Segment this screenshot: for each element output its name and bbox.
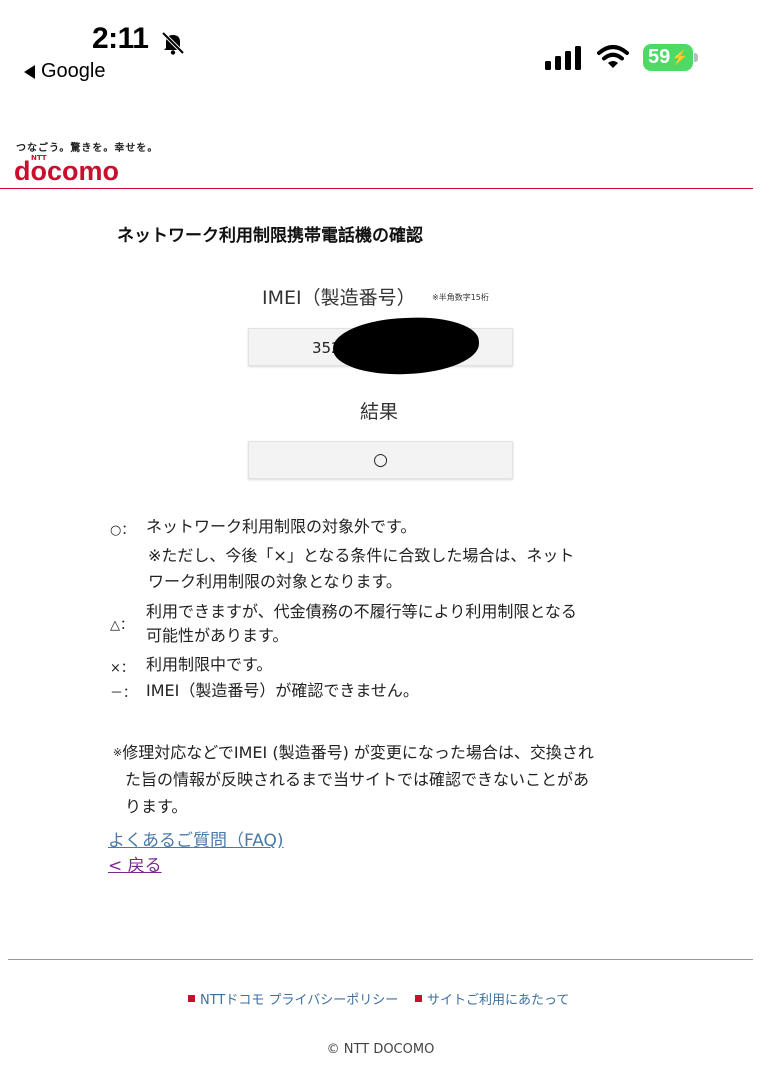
legend-dash-text: IMEI（製造番号）が確認できません。: [146, 681, 419, 700]
imei-change-note: ※修理対応などでIMEI (製造番号) が変更になった場合は、交換され た旨の情…: [113, 739, 673, 820]
back-link[interactable]: < 戻る: [108, 851, 162, 876]
imei-note: ※半角数字15桁: [432, 293, 489, 302]
result-value: ○: [373, 450, 388, 470]
page-title: ネットワーク利用制限携帯電話機の確認: [117, 226, 423, 246]
privacy-policy-label: NTTドコモ プライバシーポリシー: [200, 993, 399, 1008]
back-to-app-button[interactable]: Google: [24, 60, 106, 83]
note-line1: 修理対応などでIMEI (製造番号) が変更になった場合は、交換され: [122, 743, 594, 762]
docomo-logo[interactable]: docomo: [14, 156, 119, 187]
back-app-label: Google: [41, 60, 106, 82]
legend-cross-mark: ×：: [110, 661, 134, 676]
legend-circle-text1: ネットワーク利用制限の対象外です。: [146, 517, 417, 536]
note-line2: た旨の情報が反映されるまで当サイトでは確認できないことがあ: [125, 770, 590, 789]
legend-circle-text3: ワーク利用制限の対象となります。: [148, 572, 402, 591]
imei-label: IMEI（製造番号）: [262, 287, 416, 309]
legend-cross-text: 利用制限中です。: [146, 655, 273, 674]
privacy-policy-link[interactable]: NTTドコモ プライバシーポリシー: [188, 989, 398, 1008]
legend-triangle-text1: 利用できますが、代金債務の不履行等により利用制限となる: [146, 602, 577, 621]
header-divider: [0, 188, 753, 189]
battery-charging-icon: 59 ⚡: [643, 44, 699, 71]
bell-slash-icon: [161, 31, 185, 55]
faq-link[interactable]: よくあるご質問（FAQ): [108, 826, 284, 851]
result-label: 結果: [360, 401, 399, 423]
status-time: 2:11: [92, 22, 149, 55]
wifi-icon: [597, 45, 629, 68]
site-terms-label: サイトご利用にあたって: [427, 993, 570, 1008]
site-terms-link[interactable]: サイトご利用にあたって: [415, 989, 569, 1008]
note-line3: ります。: [125, 797, 188, 816]
battery-level: 59: [648, 46, 671, 68]
external-link-icon: [415, 995, 422, 1002]
note-mark: ※: [113, 746, 123, 759]
legend-dash-mark: －：: [110, 686, 137, 701]
legend-circle-text2: ※ただし、今後「×」となる条件に合致した場合は、ネット: [148, 546, 575, 565]
legend-triangle-text2: 可能性があります。: [146, 626, 289, 645]
signal-icon: [545, 46, 581, 70]
external-link-icon: [188, 995, 195, 1002]
footer-divider: [8, 959, 753, 960]
brand-tagline: つなごう。驚きを。幸せを。: [16, 143, 159, 154]
redaction-mark: [332, 315, 480, 377]
legend-circle-mark: ○：: [110, 523, 135, 538]
legend-triangle-mark: △：: [110, 618, 133, 633]
back-triangle-icon: [24, 64, 35, 79]
result-field: ○: [248, 441, 513, 479]
copyright: © NTT DOCOMO: [326, 1042, 435, 1057]
